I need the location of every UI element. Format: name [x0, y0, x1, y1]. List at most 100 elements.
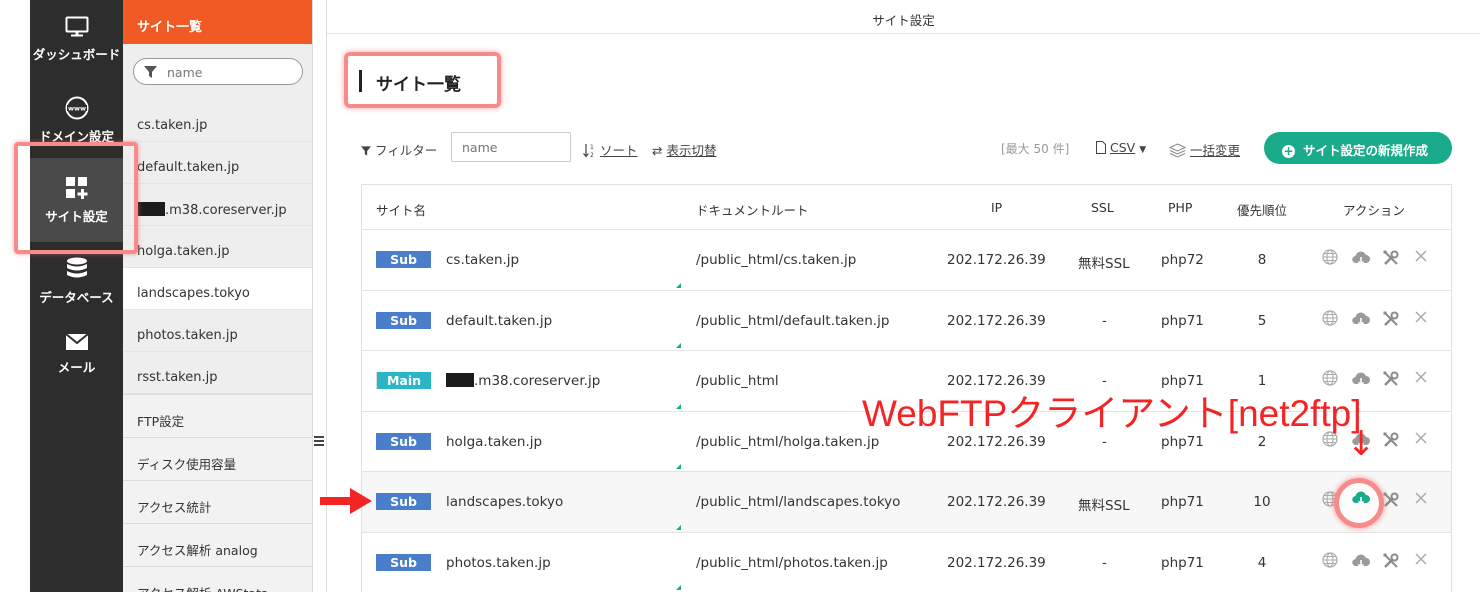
sidebar-site-item[interactable]: cs.taken.jp: [123, 100, 312, 142]
php-version: php72: [1161, 252, 1204, 268]
file-icon: [1096, 141, 1106, 154]
php-version: php71: [1161, 554, 1204, 571]
sidebar-site-item[interactable]: .m38.coreserver.jp: [123, 184, 312, 226]
globe-icon[interactable]: [1322, 309, 1342, 330]
new-site-button[interactable]: + サイト設定の新規作成: [1264, 132, 1452, 164]
tools-icon[interactable]: [1382, 491, 1402, 511]
sort-button[interactable]: 1 2 ソート: [583, 140, 638, 159]
sort-label: ソート: [599, 143, 638, 158]
sidebar-menu-analog[interactable]: アクセス解析 analog: [123, 523, 312, 566]
site-name-text: photos.taken.jp: [446, 554, 551, 571]
sidebar-site-item[interactable]: default.taken.jp: [123, 142, 312, 184]
www-globe-icon: www: [65, 96, 88, 120]
svg-text:1: 1: [590, 144, 594, 151]
ip-address: 202.172.26.39: [947, 494, 1046, 510]
tools-icon[interactable]: [1382, 370, 1402, 390]
site-name[interactable]: holga.taken.jp: [446, 434, 542, 450]
doc-root: /public_html: [696, 373, 779, 389]
cloud-ftp-icon[interactable]: [1351, 310, 1371, 330]
redacted-block: [137, 202, 165, 216]
site-name[interactable]: .m38.coreserver.jp: [446, 373, 600, 389]
sidebar-menu-disk[interactable]: ディスク使用容量: [123, 437, 312, 480]
globe-icon[interactable]: [1322, 249, 1342, 269]
sidebar-site-label: photos.taken.jp: [137, 328, 238, 343]
filter-icon: [361, 146, 371, 156]
ssl-status: -: [1102, 312, 1107, 329]
mail-icon: [64, 333, 89, 350]
close-icon[interactable]: [1414, 310, 1434, 330]
site-type-badge: Sub: [376, 553, 431, 571]
doc-root: /public_html/photos.taken.jp: [696, 554, 888, 571]
tools-icon[interactable]: [1382, 552, 1402, 572]
monitor-icon: [65, 16, 88, 37]
sidebar-site-item[interactable]: rsst.taken.jp: [123, 352, 312, 394]
caret-down-icon: ▼: [1139, 145, 1147, 155]
cloud-ftp-icon-highlighted[interactable]: [1351, 489, 1371, 507]
sidebar-site-item-active[interactable]: landscapes.tokyo: [123, 268, 312, 310]
app-window: ダッシュボード www ドメイン設定 サイト設定 データベース メール サイト一…: [0, 0, 1480, 592]
sidebar-site-item[interactable]: photos.taken.jp: [123, 310, 312, 352]
site-name[interactable]: landscapes.tokyo: [446, 494, 563, 510]
cloud-ftp-icon[interactable]: [1351, 249, 1371, 269]
table-header: サイト名 ドキュメントルート IP SSL PHP 優先順位 アクション: [362, 185, 1451, 229]
site-name[interactable]: default.taken.jp: [446, 313, 552, 329]
filter-input[interactable]: [451, 132, 571, 162]
sidebar-menu-access-stats[interactable]: アクセス統計: [123, 480, 312, 523]
site-type-badge: Sub: [376, 432, 431, 450]
cloud-ftp-icon[interactable]: [1351, 552, 1371, 572]
col-header-docroot[interactable]: ドキュメントルート: [696, 200, 809, 219]
col-header-priority[interactable]: 優先順位: [1228, 200, 1296, 219]
nav-item-domain[interactable]: www ドメイン設定: [30, 96, 123, 145]
annotation-arrow-right-icon: [320, 488, 372, 514]
page-title: サイト一覧: [376, 75, 461, 95]
table-row[interactable]: Sub landscapes.tokyo/public_html/landscap…: [362, 471, 1451, 532]
close-icon[interactable]: [1414, 431, 1434, 451]
row-actions: [1322, 309, 1434, 330]
sidebar-site-item[interactable]: holga.taken.jp: [123, 226, 312, 268]
edit-corner-marker: [676, 585, 681, 590]
php-version: php71: [1161, 494, 1204, 510]
close-icon[interactable]: [1414, 249, 1434, 269]
col-header-php[interactable]: PHP: [1168, 200, 1192, 215]
nav-item-mail[interactable]: メール: [30, 333, 123, 376]
close-icon[interactable]: [1414, 370, 1434, 390]
database-icon: [66, 257, 87, 278]
col-header-ip[interactable]: IP: [991, 200, 1002, 215]
table-row[interactable]: Sub default.taken.jp/public_html/default.…: [362, 289, 1451, 351]
site-name-text: landscapes.tokyo: [446, 494, 564, 510]
annotation-highlight-nav: [14, 142, 138, 254]
edit-corner-marker: [676, 524, 681, 530]
layers-icon: [1168, 143, 1187, 158]
sidebar-menu-awstats[interactable]: アクセス解析 AWStats: [123, 566, 312, 592]
globe-icon[interactable]: [1322, 551, 1342, 572]
sidebar-search: [123, 44, 312, 100]
sidebar-menu: FTP設定 ディスク使用容量 アクセス統計 アクセス解析 analog アクセス…: [123, 394, 312, 592]
site-type-badge: Main: [376, 372, 431, 389]
sidebar-menu-ftp[interactable]: FTP設定: [123, 394, 312, 437]
tools-icon[interactable]: [1382, 249, 1402, 269]
table-row[interactable]: Sub photos.taken.jp/public_html/photos.ta…: [362, 531, 1451, 592]
priority: 4: [1257, 554, 1267, 571]
nav-item-database[interactable]: データベース: [30, 257, 123, 306]
col-header-ssl[interactable]: SSL: [1091, 200, 1114, 215]
close-icon[interactable]: [1414, 491, 1434, 511]
table-row[interactable]: Sub cs.taken.jp/public_html/cs.taken.jp 20…: [362, 229, 1451, 290]
site-name-text: cs.taken.jp: [446, 252, 520, 268]
tools-icon[interactable]: [1382, 310, 1402, 330]
site-name[interactable]: photos.taken.jp: [446, 555, 551, 571]
bulk-change-button[interactable]: 一括変更: [1168, 140, 1240, 159]
site-name[interactable]: cs.taken.jp: [446, 252, 519, 268]
csv-button[interactable]: CSV ▼: [1096, 140, 1146, 155]
ssl-status: 無料SSL: [1078, 498, 1130, 514]
site-type-badge: Sub: [376, 493, 431, 510]
doc-root: /public_html/holga.taken.jp: [696, 433, 880, 450]
filter-icon: [144, 66, 157, 78]
nav-item-dashboard[interactable]: ダッシュボード: [30, 16, 123, 63]
sidebar-search-input[interactable]: [167, 63, 292, 81]
close-icon[interactable]: [1414, 552, 1434, 572]
sidebar-resize-handle[interactable]: [314, 436, 324, 448]
view-toggle-button[interactable]: ⇄ 表示切替: [652, 140, 716, 159]
col-header-name[interactable]: サイト名: [376, 200, 426, 219]
tools-icon[interactable]: [1382, 431, 1402, 451]
sidebar-site-list: cs.taken.jp default.taken.jp .m38.corese…: [123, 100, 312, 394]
